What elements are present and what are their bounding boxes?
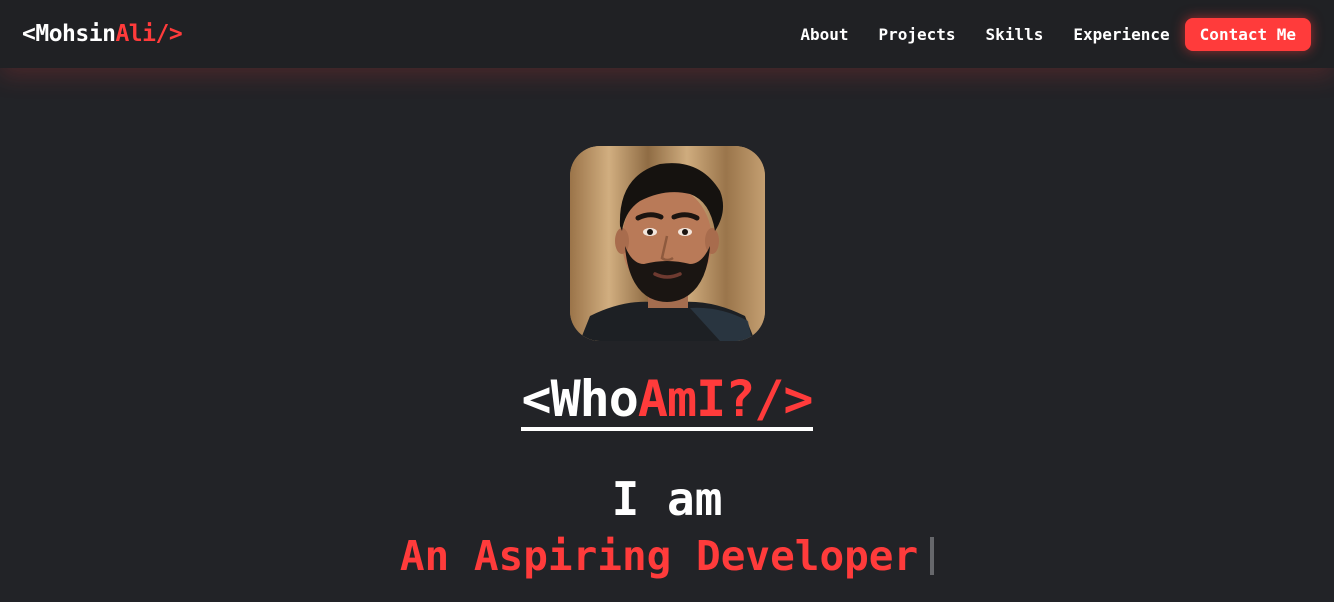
nav-link-skills[interactable]: Skills (986, 25, 1044, 44)
title-open: <Who (521, 370, 638, 428)
typing-cursor (930, 537, 935, 575)
nav-link-about[interactable]: About (800, 25, 848, 44)
title-accent: AmI?/> (637, 370, 814, 428)
logo-accent: Ali/> (115, 21, 183, 47)
role-text: An Aspiring Developer (399, 532, 919, 580)
who-am-i-title: <WhoAmI?/> (521, 370, 814, 431)
nav-link-projects[interactable]: Projects (878, 25, 955, 44)
top-navbar: <MohsinAli/> About Projects Skills Exper… (0, 0, 1334, 68)
role-line: An Aspiring Developer (399, 531, 935, 581)
intro-text: I am (611, 472, 723, 526)
avatar (569, 146, 765, 341)
nav-link-experience[interactable]: Experience (1073, 25, 1169, 44)
site-logo[interactable]: <MohsinAli/> (22, 21, 183, 47)
contact-me-button[interactable]: Contact Me (1184, 17, 1311, 51)
nav-links: About Projects Skills Experience Contact… (770, 17, 1311, 51)
profile-photo-illustration (569, 146, 765, 341)
logo-name: <Mohsin (22, 21, 116, 47)
hero-section: <WhoAmI?/> I am An Aspiring Developer (0, 68, 1334, 602)
